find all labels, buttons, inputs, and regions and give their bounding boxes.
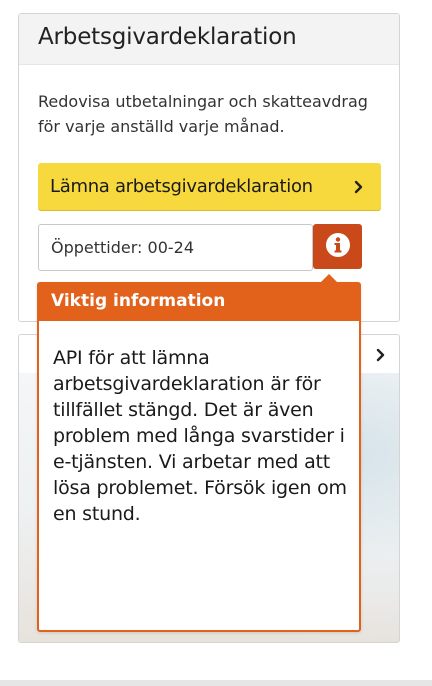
popup-header: Viktig information	[39, 284, 359, 321]
popup-title: Viktig information	[51, 291, 226, 311]
important-info-popup: Viktig information API för att lämna arb…	[37, 274, 361, 632]
card-header: Arbetsgivardeklaration	[19, 14, 399, 65]
card-description: Redovisa utbetalningar och skatteavdrag …	[38, 92, 368, 136]
info-icon	[325, 232, 351, 262]
submit-declaration-label: Lämna arbetsgivardeklaration	[50, 176, 313, 197]
page: Arbetsgivardeklaration Redovisa utbetaln…	[0, 0, 432, 686]
submit-declaration-button[interactable]: Lämna arbetsgivardeklaration	[38, 163, 381, 210]
footer-divider	[0, 680, 432, 686]
arbetsgivardeklaration-card: Arbetsgivardeklaration Redovisa utbetaln…	[18, 13, 400, 322]
chevron-right-icon[interactable]	[375, 347, 387, 366]
info-button[interactable]	[313, 224, 362, 269]
opening-hours-text: Öppettider: 00-24	[51, 238, 195, 257]
popup-arrow	[319, 274, 339, 284]
popup-body-text: API för att lämna arbetsgivardeklaration…	[53, 347, 347, 525]
opening-hours: Öppettider: 00-24	[38, 224, 313, 271]
chevron-right-icon	[345, 173, 373, 201]
card-title: Arbetsgivardeklaration	[38, 24, 297, 50]
